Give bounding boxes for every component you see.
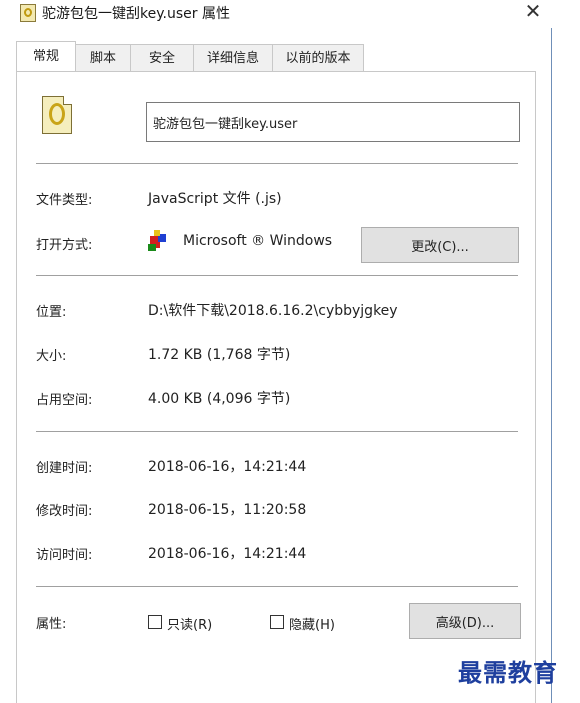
location-label: 位置: — [36, 305, 67, 320]
tab-previous-versions[interactable]: 以前的版本 — [272, 44, 364, 71]
modified-label: 修改时间: — [36, 504, 93, 519]
readonly-checkbox[interactable] — [148, 615, 162, 629]
open-with-value: Microsoft ® Windows — [183, 233, 333, 249]
tab-strip: 常规 脚本 安全 详细信息 以前的版本 — [16, 41, 364, 72]
divider — [36, 275, 518, 276]
change-button[interactable]: 更改(C)... — [361, 227, 519, 263]
size-value: 1.72 KB (1,768 字节) — [148, 347, 291, 363]
tab-security[interactable]: 安全 — [130, 44, 194, 71]
hidden-checkbox[interactable] — [270, 615, 284, 629]
location-value: D:\软件下载\2018.6.16.2\cybbyjgkey — [148, 303, 398, 319]
accessed-value: 2018-06-16，14:21:44 — [148, 546, 307, 562]
tab-details[interactable]: 详细信息 — [193, 44, 273, 71]
created-value: 2018-06-16，14:21:44 — [148, 459, 307, 475]
watermark: 最需教育 — [458, 658, 558, 687]
file-type-label: 文件类型: — [36, 193, 93, 208]
window-title: 驼游包包一键刮key.user 属性 — [42, 6, 230, 22]
divider — [36, 586, 518, 587]
windows-script-host-icon — [148, 230, 166, 251]
script-s-glyph — [49, 103, 65, 125]
created-label: 创建时间: — [36, 461, 93, 476]
page-fold — [63, 96, 72, 105]
hidden-label[interactable]: 隐藏(H) — [289, 614, 335, 633]
attributes-label: 属性: — [36, 617, 67, 632]
divider — [36, 431, 518, 432]
tab-general[interactable]: 常规 — [16, 41, 76, 71]
disk-size-value: 4.00 KB (4,096 字节) — [148, 391, 291, 407]
close-button[interactable]: ✕ — [520, 0, 546, 24]
title-bar[interactable]: 驼游包包一键刮key.user 属性 ✕ — [0, 0, 552, 28]
open-with-label: 打开方式: — [36, 238, 93, 253]
properties-window: 驼游包包一键刮key.user 属性 ✕ 常规 脚本 安全 详细信息 以前的版本… — [0, 0, 552, 703]
tab-script[interactable]: 脚本 — [75, 44, 131, 71]
file-name-input[interactable] — [146, 102, 520, 142]
modified-value: 2018-06-15，11:20:58 — [148, 502, 307, 518]
size-label: 大小: — [36, 349, 67, 364]
advanced-button[interactable]: 高级(D)... — [409, 603, 521, 639]
readonly-label[interactable]: 只读(R) — [167, 614, 212, 633]
javascript-file-icon — [42, 96, 72, 134]
accessed-label: 访问时间: — [36, 548, 93, 563]
divider — [36, 163, 518, 164]
script-file-icon — [20, 4, 36, 22]
file-type-value: JavaScript 文件 (.js) — [148, 191, 282, 207]
disk-size-label: 占用空间: — [36, 393, 93, 408]
